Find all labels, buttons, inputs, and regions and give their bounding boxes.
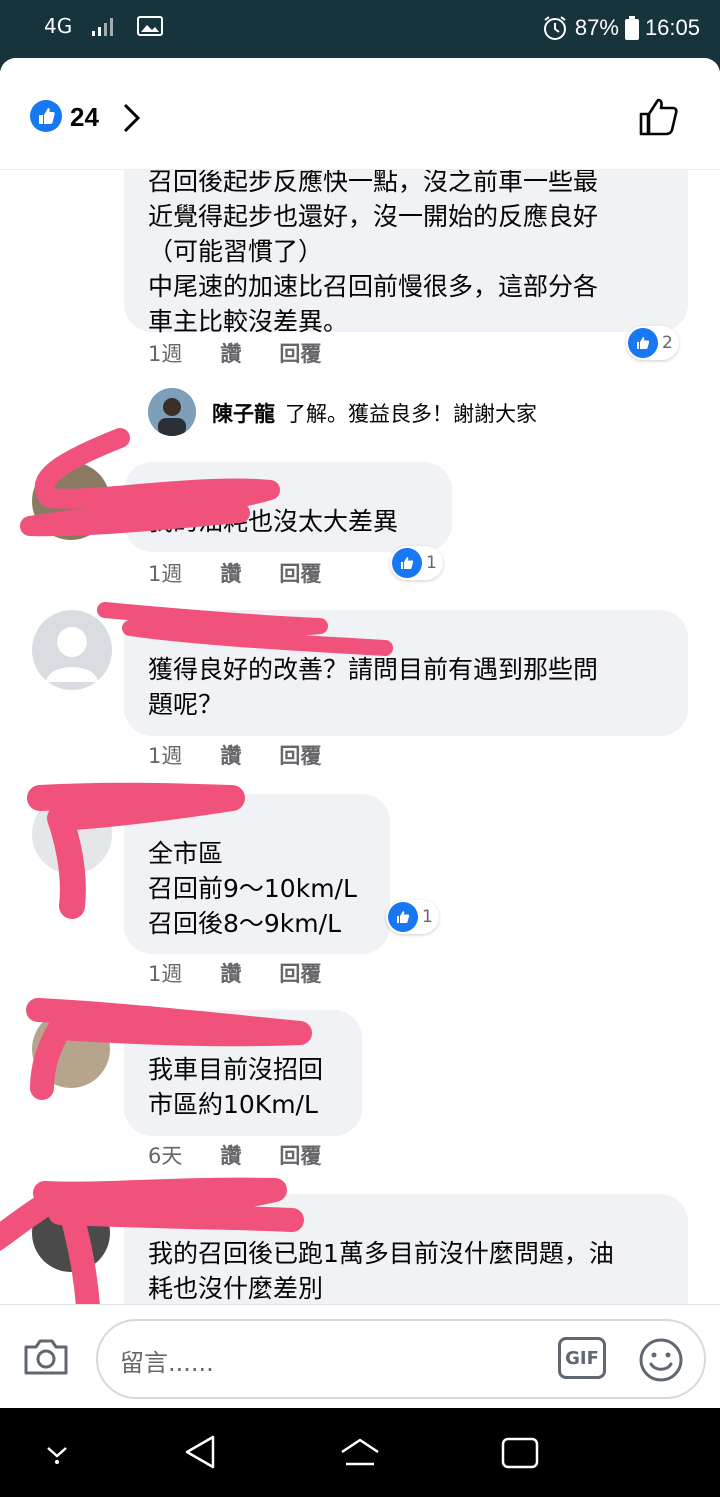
comment-bubble: 我車目前沒招回 市區約10Km/L: [124, 1010, 362, 1136]
like-link[interactable]: 讚: [220, 740, 241, 770]
like-link[interactable]: 讚: [220, 338, 241, 368]
like-link[interactable]: 讚: [220, 1140, 241, 1170]
reaction-count: 2: [662, 333, 673, 353]
avatar[interactable]: [32, 794, 112, 874]
comment-text: 我的油耗也沒太大差異: [148, 507, 399, 536]
like-count[interactable]: 24: [70, 102, 99, 133]
comment-composer: 留言...... GIF: [0, 1304, 720, 1408]
image-notification-icon: [137, 16, 164, 36]
reply-link[interactable]: 回覆: [279, 558, 321, 588]
comment-bubble: 全市區 召回前9～10km/L 召回後8～9km/L: [124, 794, 390, 954]
avatar[interactable]: [32, 1194, 110, 1272]
like-button-icon[interactable]: [638, 96, 680, 138]
emoji-icon[interactable]: [638, 1337, 684, 1383]
comment-actions: 1週 讚 回覆: [148, 740, 321, 770]
reaction-count: 1: [426, 553, 437, 573]
like-reaction-icon: [628, 328, 658, 358]
comment-actions: 6天 讚 回覆: [148, 1140, 321, 1170]
home-icon[interactable]: [338, 1434, 382, 1470]
avatar[interactable]: [32, 1010, 110, 1088]
gif-label: GIF: [565, 1347, 599, 1369]
recent-apps-icon[interactable]: [500, 1436, 540, 1470]
reply-link[interactable]: 回覆: [279, 740, 321, 770]
comment-text: 獲得良好的改善？請問目前有遇到那些問 題呢？: [148, 655, 599, 719]
battery-percent: 87%: [574, 15, 619, 40]
comment-text: 全市區 召回前9～10km/L 召回後8～9km/L: [148, 839, 357, 938]
reply-line: 陳子龍 了解。獲益良多！謝謝大家: [212, 398, 537, 428]
reaction-count: 1: [422, 907, 433, 927]
comments-sheet: 24 召回後起步反應快一點，沒之前車一些最 近覺得起步也還好，沒一開始的反應良好…: [0, 58, 720, 1408]
comment-time: 1週: [148, 342, 183, 366]
comment-time: 1週: [148, 562, 183, 586]
reply-link[interactable]: 回覆: [279, 1140, 321, 1170]
avatar[interactable]: [32, 462, 110, 540]
signal-icon: [92, 18, 114, 36]
reply-author[interactable]: 陳子龍: [212, 398, 275, 428]
comment-actions: 1週 讚 回覆: [148, 558, 321, 588]
comment-actions: 1週 讚 回覆: [148, 958, 321, 988]
reply-link[interactable]: 回覆: [279, 958, 321, 988]
hide-keyboard-icon[interactable]: [42, 1438, 72, 1468]
comment-placeholder: 留言......: [120, 1349, 214, 1377]
like-reaction-icon: [392, 548, 422, 578]
reaction-badge[interactable]: 1: [386, 900, 439, 934]
gif-button[interactable]: GIF: [558, 1337, 606, 1379]
comment-input[interactable]: 留言...... GIF: [96, 1319, 706, 1399]
comment-time: 1週: [148, 962, 183, 986]
reply-link[interactable]: 回覆: [279, 338, 321, 368]
avatar[interactable]: [32, 610, 112, 690]
system-nav-bar: [0, 1408, 720, 1497]
like-reaction-icon: [30, 100, 62, 132]
like-link[interactable]: 讚: [220, 558, 241, 588]
default-user-icon: [46, 627, 98, 682]
alarm-icon: [543, 16, 566, 40]
comment-time: 1週: [148, 744, 183, 768]
reaction-badge[interactable]: 2: [626, 326, 679, 360]
avatar[interactable]: [148, 388, 196, 436]
comment-bubble: 獲得良好的改善？請問目前有遇到那些問 題呢？: [124, 610, 688, 736]
like-reaction-icon: [388, 902, 418, 932]
camera-icon[interactable]: [22, 1337, 70, 1377]
comment-time: 6天: [148, 1144, 183, 1168]
battery-icon: [624, 16, 639, 40]
network-indicator: 4G: [44, 14, 73, 38]
comment-bubble: 我的油耗也沒太大差異: [124, 462, 452, 552]
reactions-header: 24: [0, 58, 720, 170]
comment-text: 召回後起步反應快一點，沒之前車一些最 近覺得起步也還好，沒一開始的反應良好 （可…: [148, 167, 599, 336]
status-bar: 4G 87% 16:05: [0, 0, 720, 58]
clock: 16:05: [644, 15, 700, 40]
like-link[interactable]: 讚: [220, 958, 241, 988]
reply-text: 了解。獲益良多！謝謝大家: [285, 402, 537, 426]
comment-text: 我車目前沒招回 市區約10Km/L: [148, 1055, 324, 1119]
back-icon[interactable]: [183, 1434, 217, 1470]
comment-text: 我的召回後已跑1萬多目前沒什麼問題，油 耗也沒什麼差別: [148, 1239, 614, 1303]
comment-actions: 1週 讚 回覆: [148, 338, 321, 368]
reaction-badge[interactable]: 1: [390, 546, 443, 580]
chevron-right-icon[interactable]: [120, 102, 144, 134]
